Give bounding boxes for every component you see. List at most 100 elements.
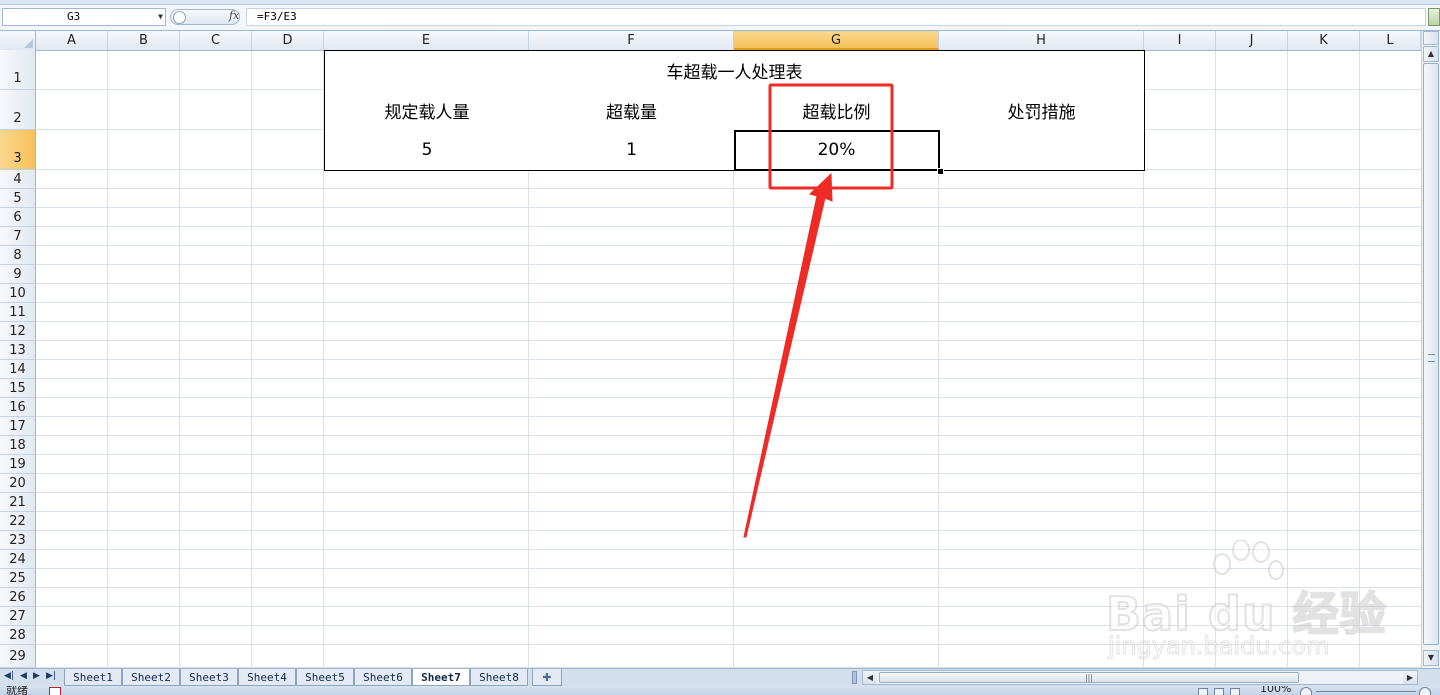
row-header-7[interactable]: 7	[0, 227, 36, 246]
scroll-split-box[interactable]	[1423, 31, 1439, 45]
horizontal-scroll-thumb[interactable]: |||	[879, 672, 1299, 683]
row-header-23[interactable]: 23	[0, 531, 36, 550]
row-header-2[interactable]: 2	[0, 90, 36, 130]
zoom-in-icon[interactable]	[1419, 687, 1431, 695]
row-header-17[interactable]: 17	[0, 417, 36, 436]
grid-line	[36, 188, 1421, 189]
row-header-20[interactable]: 20	[0, 474, 36, 493]
row-header-13[interactable]: 13	[0, 341, 36, 360]
row-header-5[interactable]: 5	[0, 189, 36, 208]
row-header-29[interactable]: 29	[0, 645, 36, 668]
column-header-k[interactable]: K	[1288, 31, 1360, 50]
sheet-tab-bar: ◀| ◀ ▶ ▶| Sheet1 Sheet2 Sheet3 Sheet4 Sheet5…	[0, 668, 1440, 687]
header-overload-amount: 超载量	[606, 102, 657, 123]
first-sheet-icon[interactable]: ◀|	[4, 671, 14, 681]
header-penalty: 处罚措施	[1007, 102, 1076, 123]
tab-split-handle[interactable]	[852, 671, 857, 684]
row-header-8[interactable]: 8	[0, 246, 36, 265]
row-header-1[interactable]: 1	[0, 50, 36, 90]
scroll-left-arrow-icon[interactable]: ◀	[863, 671, 877, 684]
header-cell-f2[interactable]: 超载量	[529, 90, 735, 131]
column-header-f[interactable]: F	[529, 31, 734, 50]
sheet-tab-sheet6[interactable]: Sheet6	[354, 669, 412, 686]
grid-line	[36, 644, 1421, 645]
insert-function-icon[interactable]: fx	[229, 9, 239, 22]
header-cell-h2[interactable]: 处罚措施	[939, 90, 1145, 131]
row-header-15[interactable]: 15	[0, 379, 36, 398]
prev-sheet-icon[interactable]: ◀	[20, 671, 27, 681]
scroll-right-arrow-icon[interactable]: ▶	[1403, 671, 1417, 684]
column-header-i[interactable]: I	[1144, 31, 1216, 50]
header-cell-g2[interactable]: 超载比例	[734, 90, 940, 131]
row-header-21[interactable]: 21	[0, 493, 36, 512]
vertical-scrollbar[interactable]: ▲ ▼	[1421, 31, 1440, 668]
grid-line	[36, 207, 1421, 208]
grid-line	[36, 625, 1421, 626]
row-header-19[interactable]: 19	[0, 455, 36, 474]
row-header-27[interactable]: 27	[0, 607, 36, 626]
row-header-18[interactable]: 18	[0, 436, 36, 455]
vertical-scroll-thumb[interactable]	[1423, 63, 1439, 645]
column-header-g[interactable]: G	[734, 31, 939, 50]
normal-view-icon[interactable]	[1198, 688, 1208, 695]
value-cell-e3[interactable]: 5	[324, 130, 530, 171]
header-cell-e2[interactable]: 规定载人量	[324, 90, 530, 131]
column-header-j[interactable]: J	[1216, 31, 1288, 50]
column-header-c[interactable]: C	[180, 31, 252, 50]
sheet-tab-sheet2[interactable]: Sheet2	[122, 669, 180, 686]
row-header-26[interactable]: 26	[0, 588, 36, 607]
row-header-14[interactable]: 14	[0, 360, 36, 379]
row-header-4[interactable]: 4	[0, 170, 36, 189]
grid-line	[36, 226, 1421, 227]
row-header-22[interactable]: 22	[0, 512, 36, 531]
formula-bar-expand-toggle[interactable]	[1428, 8, 1440, 26]
table-title-cell[interactable]: 车超载一人处理表	[324, 50, 1145, 91]
zoom-out-icon[interactable]	[1300, 687, 1312, 695]
next-sheet-icon[interactable]: ▶	[33, 671, 40, 681]
page-layout-view-icon[interactable]	[1214, 688, 1224, 695]
insert-sheet-icon[interactable]: ✚	[532, 669, 562, 686]
sheet-tab-sheet5[interactable]: Sheet5	[296, 669, 354, 686]
row-header-12[interactable]: 12	[0, 322, 36, 341]
last-sheet-icon[interactable]: ▶|	[46, 671, 56, 681]
scroll-down-arrow-icon[interactable]: ▼	[1423, 650, 1439, 666]
value-overload-amount: 1	[626, 140, 637, 160]
header-rated-capacity: 规定载人量	[384, 102, 470, 123]
select-all-corner[interactable]	[0, 31, 36, 50]
chevron-down-icon[interactable]: ▼	[158, 9, 163, 25]
column-header-b[interactable]: B	[108, 31, 180, 50]
name-box[interactable]: G3 ▼	[2, 8, 166, 26]
row-header-28[interactable]: 28	[0, 626, 36, 645]
row-header-25[interactable]: 25	[0, 569, 36, 588]
grid-line	[36, 587, 1421, 588]
column-header-h[interactable]: H	[939, 31, 1144, 50]
scroll-up-arrow-icon[interactable]: ▲	[1423, 46, 1439, 62]
row-header-3[interactable]: 3	[0, 130, 36, 170]
column-header-e[interactable]: E	[324, 31, 529, 50]
row-header-24[interactable]: 24	[0, 550, 36, 569]
row-header-11[interactable]: 11	[0, 303, 36, 322]
sheet-tab-sheet8[interactable]: Sheet8	[470, 669, 528, 686]
fill-handle[interactable]	[937, 168, 944, 175]
row-header-10[interactable]: 10	[0, 284, 36, 303]
sheet-tab-sheet3[interactable]: Sheet3	[180, 669, 238, 686]
zoom-level[interactable]: 100%	[1260, 686, 1291, 695]
sheet-tab-sheet4[interactable]: Sheet4	[238, 669, 296, 686]
macro-record-icon[interactable]	[49, 687, 61, 695]
row-header-9[interactable]: 9	[0, 265, 36, 284]
zoom-slider[interactable]	[1316, 691, 1416, 692]
sheet-tab-sheet1[interactable]: Sheet1	[64, 669, 122, 686]
value-cell-g3[interactable]: 20%	[734, 130, 940, 171]
row-header-16[interactable]: 16	[0, 398, 36, 417]
formula-input[interactable]: =F3/E3	[246, 8, 1426, 26]
value-cell-f3[interactable]: 1	[529, 130, 735, 171]
column-header-d[interactable]: D	[252, 31, 324, 50]
grip-icon	[1428, 354, 1435, 362]
row-header-6[interactable]: 6	[0, 208, 36, 227]
horizontal-scrollbar[interactable]: ◀ ||| ▶	[862, 670, 1418, 685]
column-header-l[interactable]: L	[1360, 31, 1421, 50]
column-header-a[interactable]: A	[36, 31, 108, 50]
sheet-tab-sheet7[interactable]: Sheet7	[412, 669, 470, 686]
page-break-view-icon[interactable]	[1230, 688, 1240, 695]
value-cell-h3[interactable]	[939, 130, 1145, 171]
